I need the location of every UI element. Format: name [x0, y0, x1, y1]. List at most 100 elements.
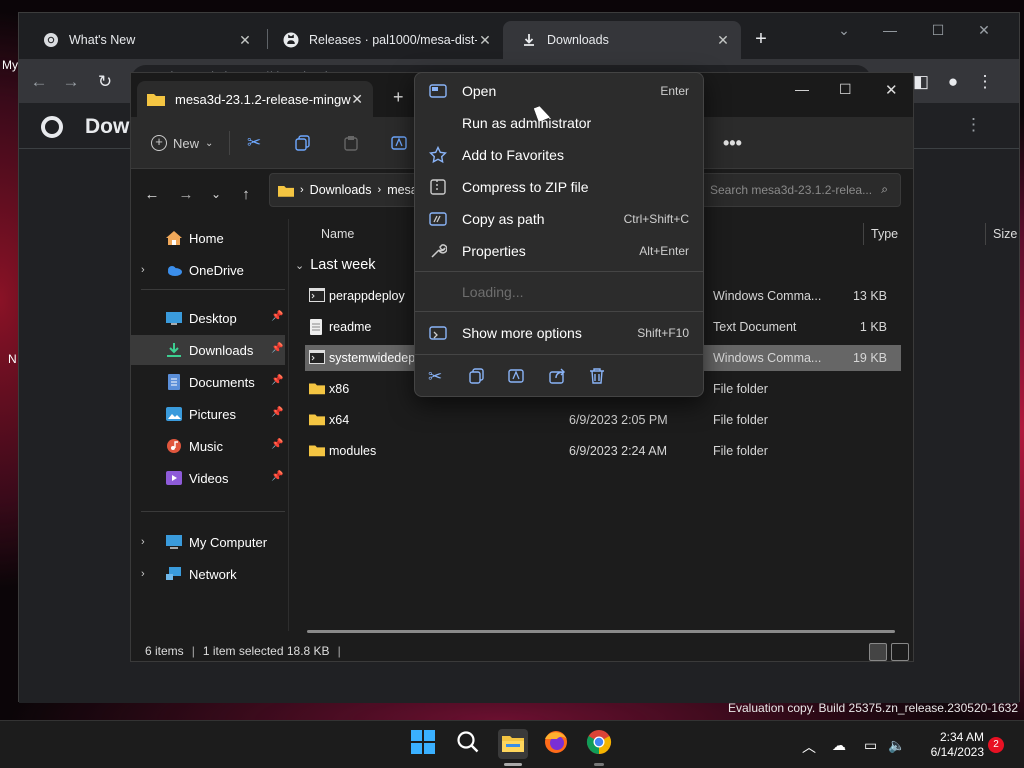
tab-downloads[interactable]: Downloads ✕ [503, 21, 741, 59]
explorer-tab[interactable]: mesa3d-23.1.2-release-mingw ✕ [137, 81, 373, 117]
column-header-name[interactable]: Name [321, 227, 354, 241]
recent-locations-icon[interactable]: ⌄ [205, 183, 227, 205]
group-header[interactable]: ⌄ Last week [295, 257, 376, 273]
chevron-right-icon[interactable]: › [141, 568, 155, 580]
table-row[interactable]: modules 6/9/2023 2:24 AM File folder [305, 438, 901, 464]
breadcrumb-item[interactable]: Downloads [310, 183, 372, 197]
close-window-button[interactable]: ✕ [973, 19, 995, 41]
sidebar-label: Documents [189, 374, 255, 390]
sidebar-item-videos[interactable]: Videos 📌 [131, 463, 285, 493]
maximize-button[interactable]: ☐ [927, 19, 949, 41]
back-icon[interactable]: ← [141, 183, 163, 205]
details-view-icon[interactable] [869, 643, 887, 661]
menu-dots-icon[interactable]: ⋮ [965, 115, 982, 135]
cut-icon[interactable]: ✂ [428, 367, 450, 389]
sidebar-item-onedrive[interactable]: › OneDrive [131, 255, 285, 285]
start-windows-icon[interactable] [410, 729, 440, 759]
menu-item-properties[interactable]: Properties Alt+Enter [419, 235, 701, 267]
menu-label: Add to Favorites [462, 147, 564, 163]
item-count: 6 items [145, 644, 184, 658]
close-tab-icon[interactable]: ✕ [477, 32, 493, 48]
menu-dots-icon[interactable]: ⋮ [973, 70, 997, 94]
tab-whats-new[interactable]: What's New ✕ [25, 21, 263, 59]
firefox-icon[interactable] [543, 729, 573, 759]
sidebar-item-documents[interactable]: Documents 📌 [131, 367, 285, 397]
sidebar-item-home[interactable]: Home [131, 223, 285, 253]
forward-icon[interactable]: → [175, 183, 197, 205]
delete-icon[interactable] [588, 367, 610, 389]
sidebar-item-pictures[interactable]: Pictures 📌 [131, 399, 285, 429]
back-icon[interactable]: ← [27, 70, 51, 94]
chevron-right-icon: › [377, 184, 382, 196]
close-tab-icon[interactable]: ✕ [237, 32, 253, 48]
tiles-view-icon[interactable] [891, 643, 909, 661]
sidebar-label: Home [189, 230, 224, 246]
rename-icon[interactable] [508, 367, 530, 389]
close-tab-icon[interactable]: ✕ [715, 32, 731, 48]
chrome-icon[interactable] [586, 729, 616, 759]
table-row[interactable]: x64 6/9/2023 2:05 PM File folder [305, 407, 901, 433]
column-header-size[interactable]: Size [993, 227, 1017, 241]
menu-item-run-as-admin[interactable]: Run as administrator [419, 107, 701, 139]
minimize-button[interactable]: — [879, 19, 901, 41]
chevron-right-icon[interactable]: › [141, 536, 155, 548]
sidebar-item-desktop[interactable]: Desktop 📌 [131, 303, 285, 333]
menu-item-compress-zip[interactable]: Compress to ZIP file [419, 171, 701, 203]
close-window-button[interactable]: ✕ [885, 81, 898, 99]
reload-icon[interactable]: ↻ [93, 70, 117, 94]
file-type: Windows Comma... [713, 289, 822, 303]
share-icon[interactable] [548, 367, 570, 389]
breadcrumb[interactable]: › Downloads › mesa3d-23.1.2-release-ming… [269, 173, 419, 207]
forward-icon[interactable]: → [59, 70, 83, 94]
cloud-offline-icon[interactable]: ☁ [832, 737, 850, 753]
new-tab-button[interactable]: + [393, 87, 404, 108]
sidebar-item-my-computer[interactable]: › My Computer [131, 527, 285, 557]
menu-label: Copy as path [462, 211, 545, 227]
notification-badge[interactable]: 2 [988, 737, 1004, 753]
cut-icon[interactable]: ✂ [247, 129, 261, 157]
network-icon[interactable]: ▭ [864, 737, 882, 753]
menu-item-show-more-options[interactable]: Show more options Shift+F10 [419, 317, 701, 349]
menu-label: Properties [462, 243, 526, 259]
tab-releases[interactable]: Releases · pal1000/mesa-dist-win ✕ [265, 21, 503, 59]
chevron-up-icon[interactable]: ︿ [802, 737, 820, 755]
horizontal-scrollbar[interactable] [307, 630, 895, 633]
chevron-down-icon: ⌄ [295, 259, 305, 272]
column-header-type[interactable]: Type [871, 227, 898, 241]
sidebar-item-network[interactable]: › Network [131, 559, 285, 589]
menu-item-open[interactable]: Open Enter [419, 75, 701, 107]
menu-item-copy-as-path[interactable]: Copy as path Ctrl+Shift+C [419, 203, 701, 235]
more-icon[interactable]: ••• [723, 129, 742, 157]
minimize-button[interactable]: — [795, 81, 809, 97]
pin-icon: 📌 [271, 311, 284, 322]
search-placeholder: Search mesa3d-23.1.2-relea... [710, 183, 873, 197]
plus-circle-icon: + [151, 135, 167, 151]
close-tab-icon[interactable]: ✕ [351, 91, 363, 108]
copy-icon[interactable] [468, 367, 490, 389]
menu-label: Open [462, 83, 497, 99]
profile-icon[interactable]: ● [941, 70, 965, 94]
new-button[interactable]: + New ⌄ [151, 129, 213, 157]
home-icon [165, 230, 183, 246]
paste-icon[interactable] [343, 129, 359, 157]
new-tab-button[interactable]: + [749, 27, 773, 51]
videos-icon [165, 470, 183, 486]
tab-strip: What's New ✕ Releases · pal1000/mesa-dis… [19, 13, 1019, 59]
clock[interactable]: 2:34 AM 6/14/2023 [894, 730, 984, 760]
up-icon[interactable]: ↑ [235, 183, 257, 205]
menu-item-add-favorites[interactable]: Add to Favorites [419, 139, 701, 171]
sidebar-item-music[interactable]: Music 📌 [131, 431, 285, 461]
chevron-right-icon[interactable]: › [141, 264, 155, 276]
sidebar-item-downloads[interactable]: Downloads 📌 [131, 335, 285, 365]
tab-search-icon[interactable]: ⌄ [833, 19, 855, 41]
tab-title: Releases · pal1000/mesa-dist-win [309, 33, 477, 47]
rename-icon[interactable] [391, 129, 409, 157]
copy-icon[interactable] [295, 129, 311, 157]
file-explorer-icon[interactable] [498, 729, 528, 759]
search-icon[interactable] [455, 729, 485, 759]
search-input[interactable]: Search mesa3d-23.1.2-relea... ⌕ [701, 173, 901, 207]
cloud-icon [165, 262, 183, 278]
file-type: Windows Comma... [713, 351, 822, 365]
sidebar-label: Videos [189, 470, 229, 486]
maximize-button[interactable]: ☐ [839, 81, 852, 98]
